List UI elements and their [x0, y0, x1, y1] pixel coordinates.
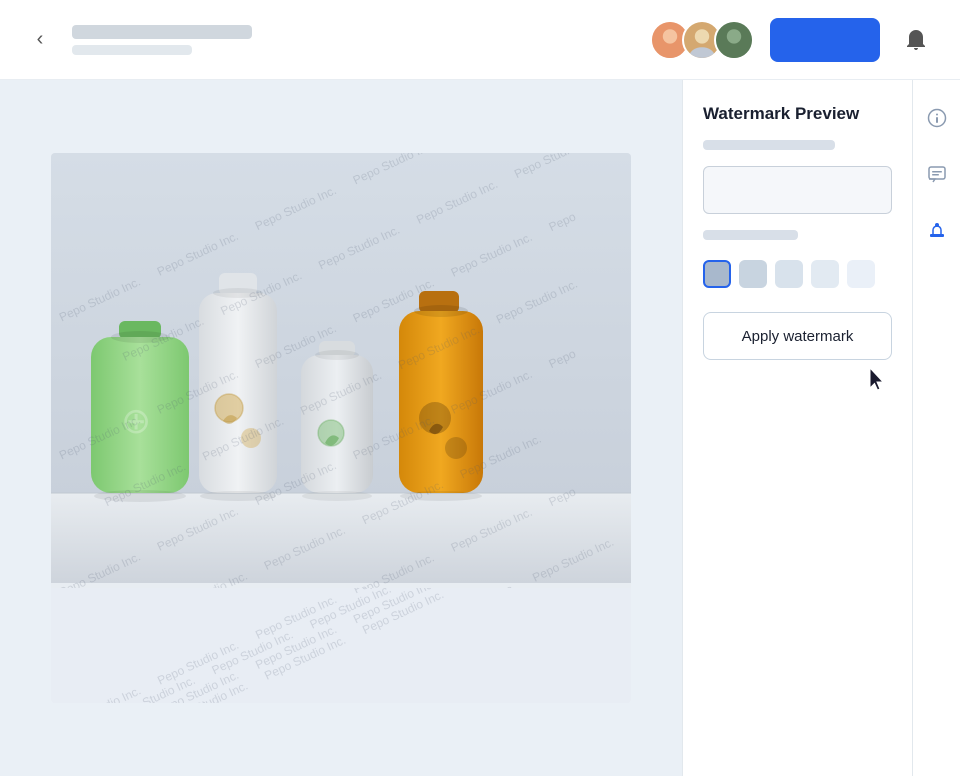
product-scene: ⊕	[51, 153, 631, 583]
watermark-text: Pepo Studio Inc.	[146, 663, 250, 703]
watermark-text: Pepo Studio Inc.	[244, 588, 348, 646]
info-icon	[927, 108, 947, 128]
main: ⊕	[0, 80, 960, 776]
color-options	[703, 260, 892, 288]
watermark-text: Pepo Studio Inc.	[102, 668, 206, 703]
comment-button[interactable]	[919, 156, 955, 192]
skeleton-bar-2	[703, 230, 798, 240]
bell-icon	[904, 28, 928, 52]
panel-title: Watermark Preview	[703, 104, 892, 124]
watermark-row: Pepo Studio Inc. Pepo Studio Inc. Pepo S…	[102, 588, 631, 703]
watermark-text: Pepo Studio Inc.	[155, 674, 259, 703]
color-swatch-5[interactable]	[847, 260, 875, 288]
header-subtitle-bar	[72, 45, 192, 55]
watermark-text: Pepo Studio Inc.	[298, 588, 402, 635]
watermark-text: Pepo Studio Inc.	[351, 588, 455, 641]
watermark-text: Pepo Studio Inc.	[396, 588, 500, 590]
header-left: ‹	[24, 24, 252, 56]
avatar-group	[650, 20, 754, 60]
canvas-area: ⊕	[0, 80, 682, 776]
below-image-area: Pepo Studio Inc. Pepo Studio Inc. Pepo S…	[51, 588, 631, 703]
skeleton-bar-1	[703, 140, 835, 150]
back-button[interactable]: ‹	[24, 24, 56, 56]
watermark-row: Pepo Studio Inc. Pepo Studio Inc. Pepo S…	[51, 588, 580, 703]
color-swatch-3[interactable]	[775, 260, 803, 288]
header-title-bar	[72, 25, 252, 39]
watermark-text-input[interactable]	[703, 166, 892, 214]
side-icon-panel	[912, 80, 960, 776]
cursor-area	[703, 368, 888, 392]
header-right	[650, 18, 936, 62]
header: ‹	[0, 0, 960, 80]
color-swatch-2[interactable]	[739, 260, 767, 288]
comment-icon	[927, 164, 947, 184]
cta-button[interactable]	[770, 18, 880, 62]
right-panel: Watermark Preview Apply watermark	[682, 80, 912, 776]
info-button[interactable]	[919, 100, 955, 136]
svg-text:⊕: ⊕	[121, 401, 151, 441]
header-text	[72, 25, 252, 55]
watermark-text: Pepo Studio Inc.	[253, 628, 357, 686]
stamp-icon	[927, 220, 947, 240]
watermark-text: Pepo Studio Inc.	[51, 679, 152, 703]
watermark-text: Pepo Studio Inc.	[146, 633, 250, 691]
watermark-row: Pepo Studio Inc. Pepo Studio Inc. Pepo S…	[51, 588, 580, 703]
watermark-row: Pepo Studio Inc. Pepo Studio Inc. Pepo S…	[57, 588, 589, 703]
below-watermark: Pepo Studio Inc. Pepo Studio Inc. Pepo S…	[51, 588, 631, 703]
cursor-icon	[870, 368, 888, 392]
watermark-text: Pepo Studio Inc.	[342, 588, 446, 600]
watermark-text: Pepo Studio Inc.	[244, 617, 348, 675]
color-swatch-1[interactable]	[703, 260, 731, 288]
avatar	[714, 20, 754, 60]
image-container: ⊕	[51, 153, 631, 703]
apply-watermark-button[interactable]: Apply watermark	[703, 312, 892, 360]
watermark-text: Pepo Studio Inc.	[200, 623, 304, 681]
watermark-text: Pepo Studio Inc.	[342, 588, 446, 630]
bell-button[interactable]	[896, 20, 936, 60]
color-swatch-4[interactable]	[811, 260, 839, 288]
stamp-button[interactable]	[919, 212, 955, 248]
